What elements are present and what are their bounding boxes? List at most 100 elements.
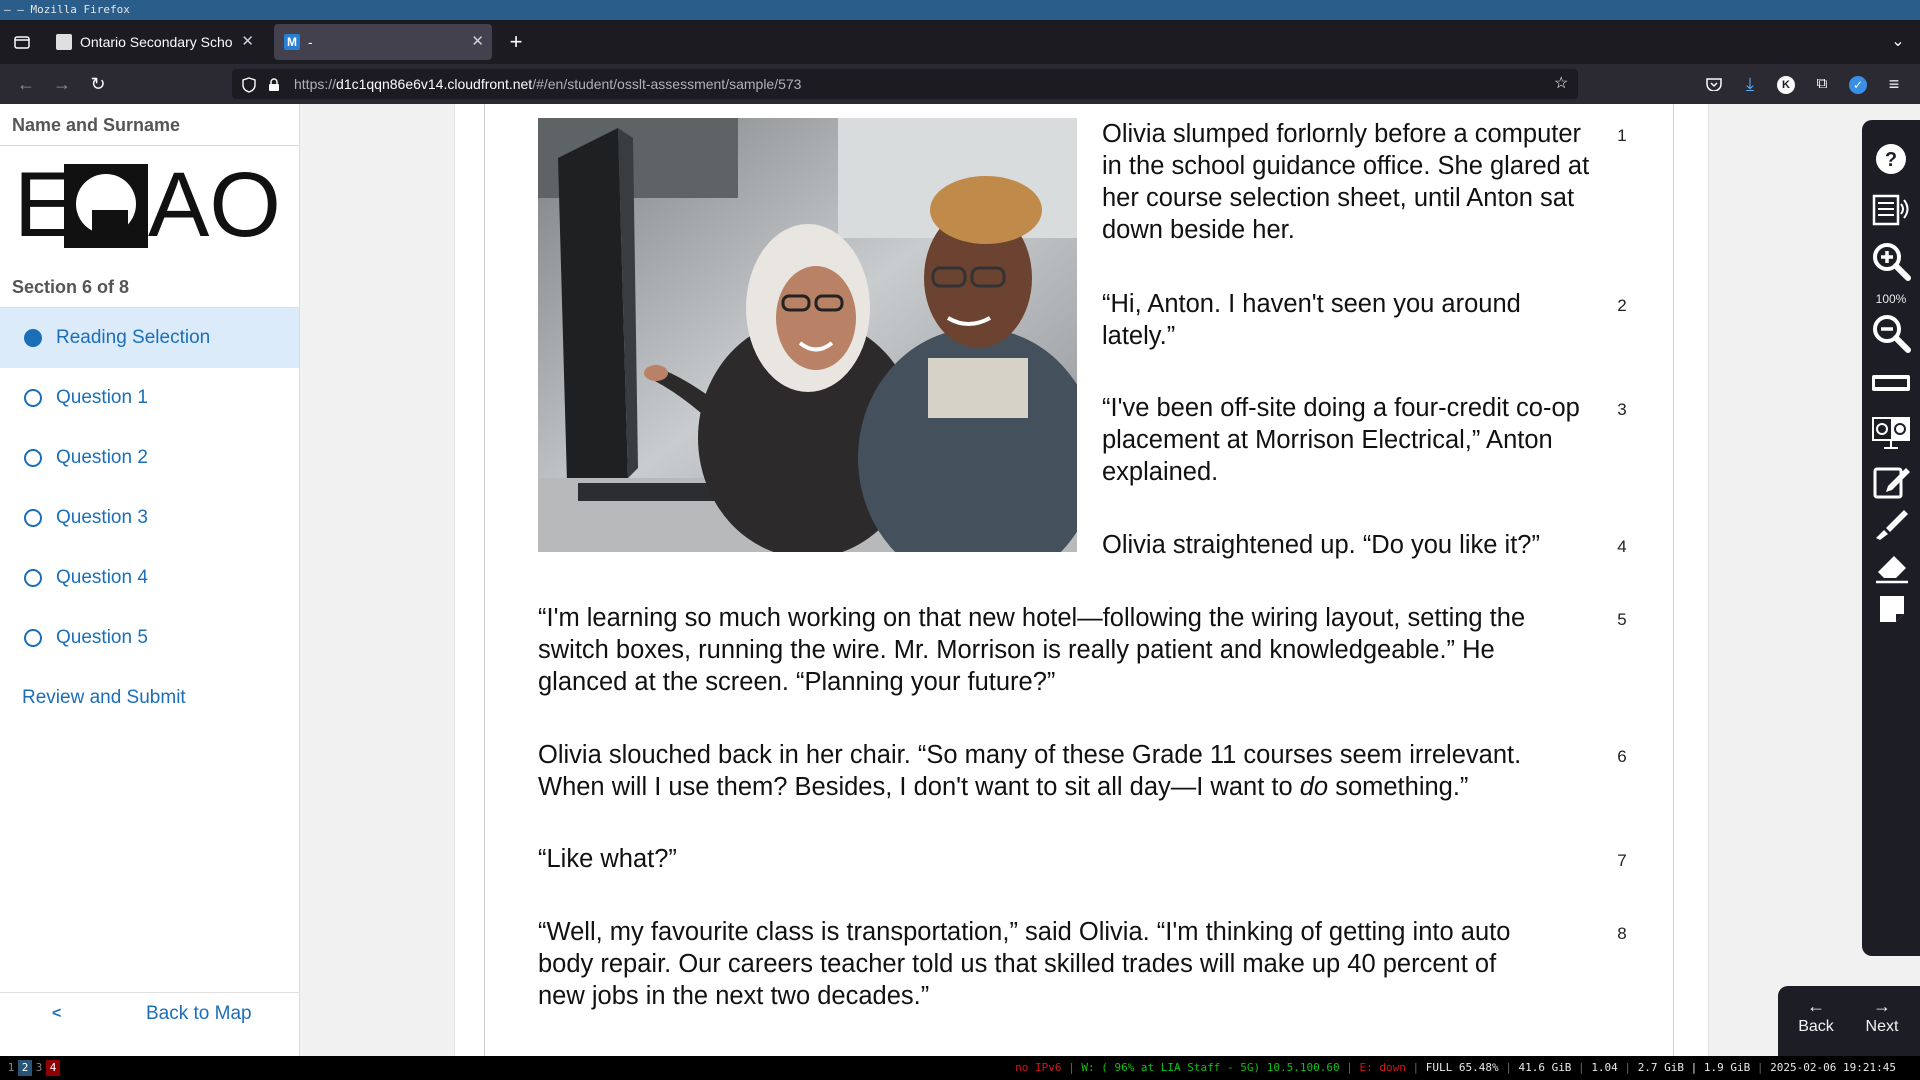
forward-arrow-icon[interactable]: → — [44, 64, 80, 104]
tab-active[interactable]: M - ✕ — [274, 24, 492, 60]
nav-item-question-3[interactable]: Question 3 — [0, 488, 299, 548]
paragraph-number: 7 — [1617, 851, 1627, 870]
list-tabs-chevron-icon[interactable]: ⌄ — [1878, 20, 1918, 64]
paragraph-2: “Hi, Anton. I haven't seen you around la… — [1102, 290, 1521, 350]
sticky-note-icon[interactable] — [1870, 588, 1912, 630]
paragraph-number: 1 — [1617, 126, 1627, 145]
highlighter-icon[interactable] — [1870, 504, 1912, 546]
disk-status: 41.6 GiB — [1518, 1061, 1572, 1074]
hi-contrast-icon[interactable] — [1870, 410, 1912, 452]
load-status: 1.04 — [1591, 1061, 1618, 1074]
student-name: Name and Surname — [0, 104, 299, 146]
eqao-logo: E AO — [0, 146, 299, 266]
url-bar[interactable]: https://d1c1qqn86e6v14.cloudfront.net/#/… — [232, 69, 1578, 99]
radio-empty-icon — [24, 449, 42, 467]
paragraph-7: “Like what?” — [538, 845, 677, 873]
new-tab-icon[interactable]: + — [496, 20, 536, 64]
back-button-label: Back — [1798, 1018, 1834, 1035]
menu-hamburger-icon[interactable]: ≡ — [1876, 64, 1912, 104]
paragraph-3: “I've been off-site doing a four-credit … — [1102, 394, 1580, 486]
radio-filled-icon — [24, 329, 42, 347]
workspace-1[interactable]: 1 — [4, 1060, 18, 1076]
tab-osslt[interactable]: Ontario Secondary School Literacy Test ✕ — [46, 24, 262, 60]
nav-item-reading-selection[interactable]: Reading Selection — [0, 308, 299, 368]
back-button[interactable]: ← Back — [1784, 994, 1848, 1050]
memory-status: 2.7 GiB | 1.9 GiB — [1637, 1061, 1751, 1074]
nav-item-label: Question 5 — [56, 627, 148, 648]
ethernet-status: E: down — [1359, 1061, 1406, 1074]
paragraph-number: 4 — [1617, 537, 1627, 556]
paragraph-number: 8 — [1617, 924, 1627, 943]
sidebar: Name and Surname E AO Section 6 of 8 Rea… — [0, 104, 300, 1056]
url-text[interactable]: https://d1c1qqn86e6v14.cloudfront.net/#/… — [294, 69, 801, 99]
extensions-icon[interactable]: ⧉ — [1804, 64, 1840, 104]
radio-empty-icon — [24, 569, 42, 587]
svg-text:AO: AO — [148, 158, 281, 248]
window-title: – – Mozilla Firefox — [0, 0, 1920, 20]
tracking-shield-icon[interactable] — [242, 69, 256, 99]
radio-empty-icon — [24, 389, 42, 407]
extension-check-icon[interactable]: ✓ — [1840, 64, 1876, 104]
eraser-icon[interactable] — [1870, 546, 1912, 588]
paragraph-6-text-end: something.” — [1328, 773, 1469, 801]
wifi-status: W: ( 96% at LIA Staff - 5G) 10.5.100.60 — [1081, 1061, 1340, 1074]
tab-label: Ontario Secondary School Literacy Test — [80, 34, 232, 50]
nav-item-question-5[interactable]: Question 5 — [0, 608, 299, 668]
nav-item-label: Question 1 — [56, 387, 148, 408]
notepad-icon[interactable] — [1870, 460, 1912, 502]
status-readout: no IPv6 | W: ( 96% at LIA Staff - 5G) 10… — [1015, 1061, 1896, 1074]
firefox-view-icon[interactable] — [2, 20, 42, 64]
nav-item-question-1[interactable]: Question 1 — [0, 368, 299, 428]
paragraph-number: 3 — [1617, 400, 1627, 419]
bookmark-star-icon[interactable]: ☆ — [1554, 69, 1568, 99]
workspace-3[interactable]: 3 — [32, 1060, 46, 1076]
paragraph-6: Olivia slouched back in her chair. “So m… — [538, 739, 1578, 803]
tools-toolbar: ? 100% — [1862, 120, 1920, 956]
paragraph-5: “I'm learning so much working on that ne… — [538, 604, 1526, 696]
pocket-icon[interactable] — [1696, 64, 1732, 104]
reload-icon[interactable]: ↻ — [80, 64, 116, 104]
workspace-4[interactable]: 4 — [46, 1060, 60, 1076]
nav-item-label: Question 2 — [56, 447, 148, 468]
downloads-icon[interactable]: ⤓ — [1732, 64, 1768, 104]
arrow-right-icon: → — [1873, 996, 1891, 1016]
nav-item-question-2[interactable]: Question 2 — [0, 428, 299, 488]
next-button[interactable]: → Next — [1850, 994, 1914, 1050]
url-host: d1c1qqn86e6v14.cloudfront.net — [336, 76, 533, 92]
close-tab-icon[interactable]: ✕ — [241, 24, 254, 60]
url-prefix: https:// — [294, 76, 337, 92]
help-icon[interactable]: ? — [1870, 138, 1912, 180]
question-navigation: ← Back → Next — [1778, 986, 1920, 1056]
zoom-out-icon[interactable] — [1870, 312, 1912, 354]
ipv6-status: no IPv6 — [1015, 1061, 1062, 1074]
paragraph-1: Olivia slumped forlornly before a comput… — [1102, 120, 1590, 244]
account-k-icon[interactable]: K — [1768, 64, 1804, 104]
radio-empty-icon — [24, 629, 42, 647]
tab-label: - — [308, 34, 313, 50]
close-tab-icon[interactable]: ✕ — [471, 24, 484, 60]
chevron-left-icon: < — [52, 1005, 62, 1022]
m-favicon-icon: M — [284, 34, 300, 50]
text-to-speech-icon[interactable] — [1870, 188, 1912, 230]
back-arrow-icon[interactable]: ← — [8, 64, 44, 104]
svg-text:?: ? — [1885, 149, 1897, 171]
url-path: /#/en/student/osslt-assessment/sample/57… — [532, 76, 802, 92]
favicon-icon — [56, 34, 72, 50]
review-and-submit-link[interactable]: Review and Submit — [0, 668, 299, 728]
paragraph-6-emphasis: do — [1299, 773, 1329, 801]
students-at-computer-photo — [538, 118, 1077, 552]
next-button-label: Next — [1865, 1018, 1899, 1035]
nav-item-question-4[interactable]: Question 4 — [0, 548, 299, 608]
nav-item-label: Question 3 — [56, 507, 148, 528]
line-reader-icon[interactable] — [1870, 362, 1912, 404]
back-to-map-button[interactable]: < Back to Map — [0, 992, 300, 1034]
tab-strip: Ontario Secondary School Literacy Test ✕… — [0, 20, 1920, 64]
zoom-in-icon[interactable] — [1870, 240, 1912, 282]
workspace-2[interactable]: 2 — [18, 1060, 32, 1076]
paragraph-number: 5 — [1617, 610, 1627, 629]
lock-icon[interactable] — [268, 69, 280, 99]
radio-empty-icon — [24, 509, 42, 527]
nav-item-label: Reading Selection — [56, 327, 211, 348]
clock: 2025-02-06 19:21:45 — [1770, 1061, 1896, 1074]
section-label: Section 6 of 8 — [0, 266, 299, 308]
